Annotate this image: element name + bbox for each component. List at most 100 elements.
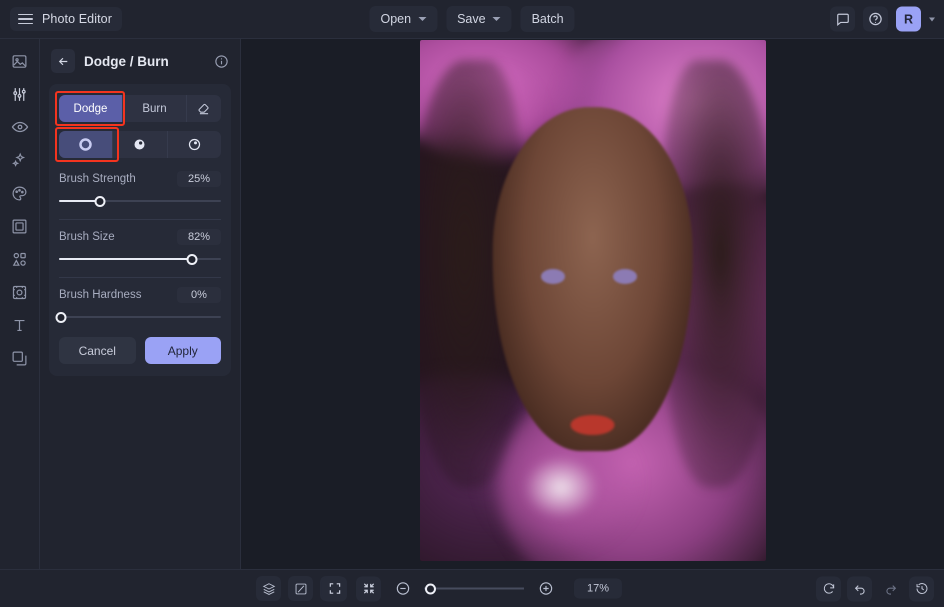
sidebar-item-frame[interactable] xyxy=(6,214,34,238)
fit-to-screen-button[interactable] xyxy=(321,576,347,601)
brush-hardness-knob[interactable] xyxy=(55,311,67,323)
highlights-tone-icon xyxy=(188,138,200,151)
midtones-tone-icon xyxy=(79,138,92,151)
zoom-slider-knob[interactable] xyxy=(424,583,436,594)
sidebar-item-layers[interactable] xyxy=(6,346,34,370)
open-label: Open xyxy=(380,12,412,26)
chevron-down-icon xyxy=(492,17,501,21)
brush-size-slider[interactable] xyxy=(59,252,221,266)
undo-button[interactable] xyxy=(847,576,872,601)
panel-info-button[interactable] xyxy=(211,51,231,71)
hamburger-menu-icon[interactable] xyxy=(18,13,33,25)
open-button[interactable]: Open xyxy=(369,6,438,32)
eraser-button[interactable] xyxy=(187,95,221,122)
app-title: Photo Editor xyxy=(42,12,112,26)
cancel-button[interactable]: Cancel xyxy=(59,337,136,364)
redo-icon xyxy=(885,585,896,595)
batch-button[interactable]: Batch xyxy=(520,6,575,32)
sidebar-item-image[interactable] xyxy=(6,49,34,73)
brush-hardness-value[interactable]: 0% xyxy=(177,287,221,303)
brush-strength-slider[interactable] xyxy=(59,194,221,208)
bottom-right-actions xyxy=(816,576,934,601)
app-body: Dodge / Burn Dodge Burn Brush Strength 2… xyxy=(0,39,944,569)
chevron-down-icon xyxy=(418,17,427,21)
tool-rail xyxy=(0,39,40,569)
bottom-toolbar: 17% xyxy=(0,569,944,607)
save-label: Save xyxy=(457,12,486,26)
account-chevron-down-icon[interactable] xyxy=(929,17,935,21)
text-icon xyxy=(14,319,25,331)
batch-label: Batch xyxy=(531,12,564,26)
top-right-actions: R xyxy=(830,6,935,32)
midtones-tone-button[interactable] xyxy=(59,131,114,158)
sidebar-item-transform[interactable] xyxy=(6,280,34,304)
brush-size-knob[interactable] xyxy=(186,253,198,265)
brush-strength-row: Brush Strength 25% xyxy=(59,171,221,208)
zoom-out-button[interactable] xyxy=(390,576,415,601)
zoom-out-icon xyxy=(396,582,409,595)
actual-size-icon xyxy=(363,583,374,594)
brush-size-label-row: Brush Size 82% xyxy=(59,229,221,245)
portrait-face xyxy=(492,107,693,452)
brush-strength-value[interactable]: 25% xyxy=(177,171,221,187)
sidebar-item-retouch[interactable] xyxy=(6,115,34,139)
avatar[interactable]: R xyxy=(896,6,921,32)
history-clock-icon xyxy=(916,583,927,594)
panel-actions: Cancel Apply xyxy=(59,337,221,364)
history-button[interactable] xyxy=(909,576,934,601)
zoom-in-button[interactable] xyxy=(533,576,558,601)
help-circle-icon xyxy=(869,12,882,26)
brush-hardness-row: Brush Hardness 0% xyxy=(55,287,221,324)
reset-button[interactable] xyxy=(816,576,841,601)
redo-button[interactable] xyxy=(878,576,903,601)
adjustments-icon xyxy=(13,87,26,101)
sidebar-item-elements[interactable] xyxy=(6,247,34,271)
brush-size-row: Brush Size 82% xyxy=(59,229,221,266)
image-icon xyxy=(12,54,27,68)
burn-mode-button[interactable]: Burn xyxy=(123,95,187,122)
sidebar-item-text[interactable] xyxy=(6,313,34,337)
brush-size-value[interactable]: 82% xyxy=(177,229,221,245)
feedback-button[interactable] xyxy=(830,6,855,32)
layers-stack-icon xyxy=(262,582,275,595)
brush-strength-knob[interactable] xyxy=(94,195,105,207)
zoom-slider[interactable] xyxy=(423,582,524,596)
help-button[interactable] xyxy=(863,6,888,32)
compare-button[interactable] xyxy=(288,576,313,601)
save-button[interactable]: Save xyxy=(446,6,512,32)
brush-hardness-slider[interactable] xyxy=(55,310,221,324)
canvas-area[interactable] xyxy=(241,39,944,569)
shadows-tone-button[interactable] xyxy=(113,131,168,158)
layers-button[interactable] xyxy=(256,576,281,601)
white-blossom xyxy=(523,456,600,519)
sidebar-item-color[interactable] xyxy=(6,181,34,205)
compare-split-icon xyxy=(295,583,306,594)
zoom-controls: 17% xyxy=(321,576,623,601)
brush-hardness-label: Brush Hardness xyxy=(59,289,142,301)
sidebar-item-effects[interactable] xyxy=(6,148,34,172)
sparkles-effects-icon xyxy=(12,152,26,167)
frame-icon xyxy=(12,219,27,233)
zoom-level-value[interactable]: 17% xyxy=(573,578,623,599)
top-center-actions: Open Save Batch xyxy=(369,6,575,32)
sidebar-item-adjust[interactable] xyxy=(6,82,34,106)
app-menu-button[interactable]: Photo Editor xyxy=(10,7,122,31)
actual-size-button[interactable] xyxy=(355,576,381,601)
lips xyxy=(570,414,615,436)
mode-segmented-control: Dodge Burn xyxy=(59,95,221,122)
apply-button[interactable]: Apply xyxy=(144,337,221,364)
tone-range-control xyxy=(59,131,221,158)
highlights-tone-button[interactable] xyxy=(168,131,221,158)
info-circle-icon xyxy=(214,54,228,68)
brush-size-label: Brush Size xyxy=(59,231,115,243)
page-title: Dodge / Burn xyxy=(84,53,169,69)
mode-segmented-control-wrap: Dodge Burn xyxy=(55,91,221,126)
divider xyxy=(59,277,221,278)
dodge-mode-button[interactable]: Dodge xyxy=(59,95,123,122)
comment-icon xyxy=(836,13,849,26)
back-arrow-icon xyxy=(58,57,67,65)
eraser-icon xyxy=(198,103,209,114)
tone-range-control-wrap xyxy=(55,127,221,162)
panel-back-button[interactable] xyxy=(51,49,75,73)
photo-canvas[interactable] xyxy=(419,39,766,561)
